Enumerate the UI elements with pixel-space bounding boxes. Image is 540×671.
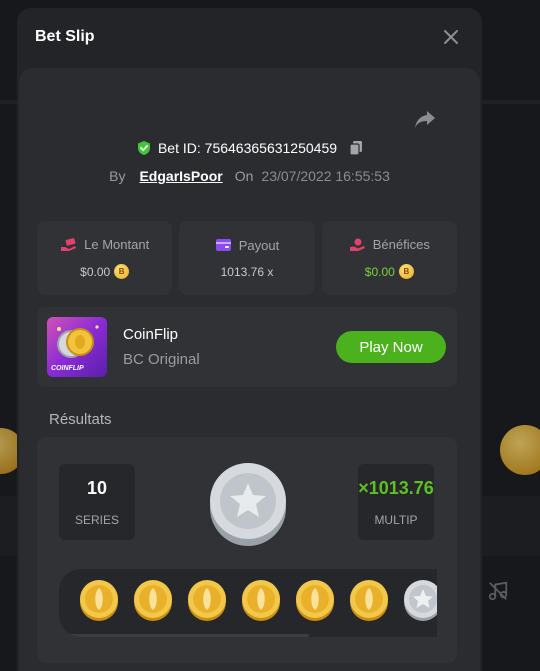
stat-payout: Payout 1013.76 x — [179, 221, 315, 295]
stat-profit-label: Bénéfices — [372, 237, 430, 252]
stat-amount-value: $0.00 — [80, 264, 111, 279]
gold-coin-result — [350, 580, 388, 621]
stat-payout-label: Payout — [238, 237, 280, 253]
multiplier-box: ×1013.76 MULTIP — [358, 464, 434, 540]
username-link[interactable]: EdgarIsPoor — [139, 168, 222, 184]
gold-coin-result — [296, 580, 334, 621]
close-icon[interactable] — [442, 28, 460, 46]
coin-history-strip[interactable] — [59, 569, 437, 637]
results-heading: Résultats — [49, 411, 112, 428]
play-now-button[interactable]: Play Now — [336, 331, 446, 363]
series-value: 10 — [86, 477, 108, 498]
wallet-icon — [215, 239, 231, 251]
coin-history-row — [79, 579, 437, 621]
silver-coin-icon — [210, 463, 286, 546]
stat-profit-value: $0.00 — [364, 264, 395, 279]
gold-coin-result — [188, 580, 226, 621]
stat-amount-label: Le Montant — [84, 237, 150, 252]
thumb-label: COINFLIP — [51, 365, 84, 372]
gold-coin-result — [134, 580, 172, 621]
on-label: On — [234, 168, 254, 184]
multiplier-value: ×1013.76 — [358, 477, 434, 498]
bet-slip-modal: Bet Slip Bet ID: 75646365631250459 By Ed… — [17, 8, 482, 671]
stat-payout-value: 1013.76 x — [220, 264, 274, 279]
horizontal-scrollbar[interactable] — [59, 634, 309, 637]
silver-coin-result — [404, 580, 437, 621]
gold-coin-result — [242, 580, 280, 621]
verified-shield-icon — [137, 141, 150, 155]
bet-stats: Le Montant $0.00 B Payout 1013.76 x Béné… — [37, 221, 457, 295]
stat-amount: Le Montant $0.00 B — [37, 221, 173, 295]
bet-datetime: 23/07/2022 16:55:53 — [261, 168, 390, 184]
series-box: 10 SERIES — [59, 464, 135, 540]
stat-profit: Bénéfices $0.00 B — [321, 221, 457, 295]
music-icon[interactable] — [487, 580, 509, 602]
series-label: SERIES — [74, 512, 119, 527]
bet-author-row: By EdgarIsPoor On 23/07/2022 16:55:53 — [19, 168, 480, 184]
multiplier-label: MULTIP — [374, 512, 418, 527]
game-name: CoinFlip — [123, 326, 179, 343]
modal-title: Bet Slip — [35, 28, 95, 45]
modal-header: Bet Slip — [17, 8, 482, 66]
bet-id-row: Bet ID: 75646365631250459 — [19, 140, 480, 156]
game-subtitle: BC Original — [123, 351, 200, 368]
bet-details-panel: Bet ID: 75646365631250459 By EdgarIsPoor… — [19, 68, 480, 671]
gold-coin-result — [80, 580, 118, 621]
game-card: COINFLIP CoinFlip BC Original Play Now — [37, 307, 457, 387]
money-hand-icon — [61, 237, 77, 251]
bcd-coin-icon: B — [114, 264, 130, 279]
by-label: By — [109, 168, 126, 184]
background-coin-right — [500, 425, 540, 475]
coinflip-thumbnail[interactable]: COINFLIP — [47, 317, 107, 377]
results-panel: 10 SERIES ×1013.76 MULTIP — [37, 437, 457, 663]
bcd-coin-icon: B — [398, 264, 414, 279]
copy-icon[interactable] — [349, 140, 363, 156]
bet-id: Bet ID: 75646365631250459 — [157, 140, 338, 156]
profit-hand-icon — [349, 238, 365, 251]
share-icon[interactable] — [414, 109, 436, 129]
